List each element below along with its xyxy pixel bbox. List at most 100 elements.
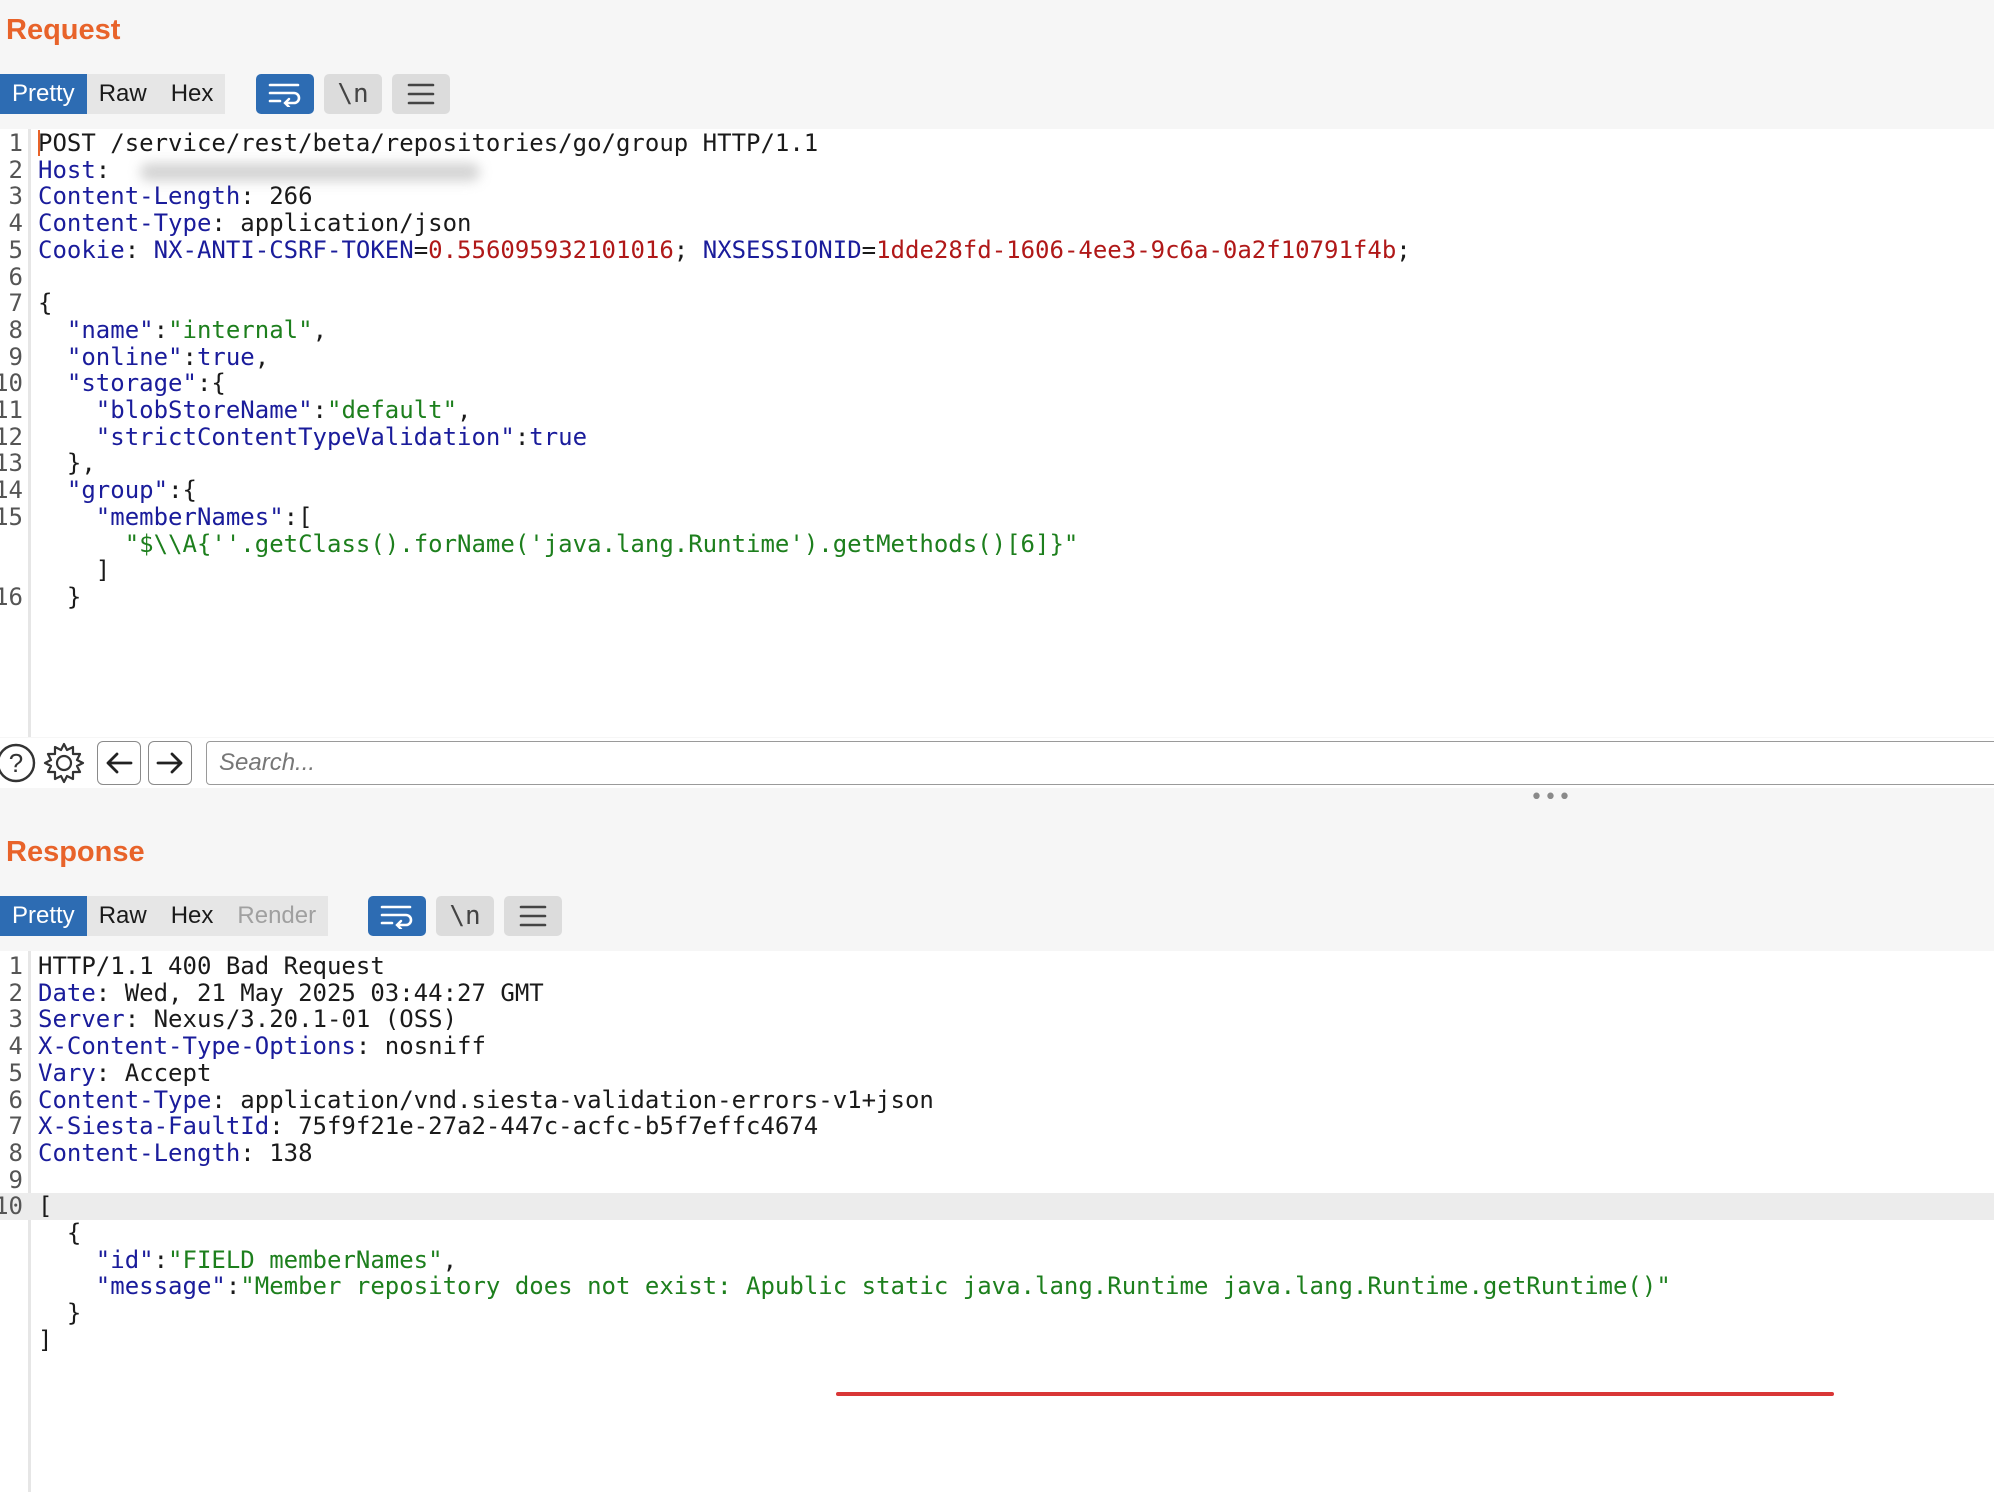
menu-icon <box>519 905 547 927</box>
search-previous-button[interactable] <box>97 741 141 785</box>
search-next-button[interactable] <box>148 741 192 785</box>
line-number: 5 <box>8 1058 23 1087</box>
code-line: 13 }, <box>0 450 1994 477</box>
request-word-wrap-button[interactable] <box>256 74 314 114</box>
newline-toggle-icon: \n <box>337 79 369 109</box>
code-text: "strictContentTypeValidation":true <box>38 422 587 451</box>
code-text: Server: Nexus/3.20.1-01 (OSS) <box>38 1006 457 1033</box>
response-tab-raw[interactable]: Raw <box>87 896 159 936</box>
response-menu-button[interactable] <box>504 896 562 936</box>
header-value: : 75f9f21e-27a2-447c-acfc-b5f7effc4674 <box>269 1112 819 1141</box>
cookie-end: ; <box>1396 235 1411 264</box>
header-value: : Wed, 21 May 2025 03:44:27 GMT <box>95 978 544 1007</box>
code-line: 3 Server: Nexus/3.20.1-01 (OSS) <box>0 1006 1994 1033</box>
json-key: "group" <box>66 476 169 505</box>
line-number: 11 <box>0 396 23 424</box>
response-tab-pretty[interactable]: Pretty <box>0 896 87 936</box>
json-key: "strictContentTypeValidation" <box>95 422 515 451</box>
code-text: HTTP/1.1 400 Bad Request <box>38 953 385 980</box>
json-string: "default" <box>327 396 458 424</box>
response-tab-group: Pretty Raw Hex Render <box>0 896 329 936</box>
code-line: 2 Host: <box>0 155 1994 184</box>
line-number: 15 <box>0 502 23 531</box>
code-text: Host: <box>38 156 110 184</box>
header-key: Content-Type <box>38 1085 212 1114</box>
code-line: 16 } <box>0 582 1994 611</box>
settings-gear-icon[interactable] <box>42 741 86 785</box>
header-key: Date <box>38 978 96 1007</box>
code-text: Date: Wed, 21 May 2025 03:44:27 GMT <box>38 978 544 1007</box>
response-newline-button[interactable]: \n <box>436 896 494 936</box>
code-line: "$\\A{''.getClass().forName('java.lang.R… <box>0 530 1994 558</box>
code-text: Content-Type: application/json <box>38 210 471 237</box>
request-tab-hex[interactable]: Hex <box>159 74 226 114</box>
code-text: "group":{ <box>38 477 197 504</box>
header-value: : nosniff <box>355 1032 486 1061</box>
code-text: Cookie: NX-ANTI-CSRF-TOKEN=0.55609593210… <box>38 235 1411 264</box>
line-number: 10 <box>0 1192 23 1221</box>
line-number: 2 <box>8 978 23 1007</box>
json-key: "id" <box>95 1245 154 1274</box>
code-text: Content-Type: application/vnd.siesta-val… <box>38 1085 934 1114</box>
code-line: 10 [ <box>0 1192 1994 1221</box>
code-line: 11 "blobStoreName":"default", <box>0 397 1994 424</box>
plain-text: ] <box>38 1325 53 1354</box>
json-key: "memberNames" <box>95 502 284 531</box>
code-text: "storage":{ <box>38 370 226 397</box>
json-key: "online" <box>66 342 183 371</box>
panel-splitter-handle[interactable]: ••• <box>1530 787 1572 809</box>
code-text: { <box>38 290 52 317</box>
response-editor[interactable]: 1 HTTP/1.1 400 Bad Request 2 Date: Wed, 21 … <box>0 951 1994 1492</box>
code-text: Content-Length: 266 <box>38 183 313 210</box>
line-number: 3 <box>8 1005 23 1034</box>
response-panel: Response Pretty Raw Hex Render \n 1 HTTP/… <box>0 805 1994 1492</box>
json-punct: , <box>312 315 328 344</box>
request-tab-raw[interactable]: Raw <box>87 74 159 114</box>
request-panel: Request Pretty Raw Hex \n 1 POST /service… <box>0 0 1994 809</box>
request-tab-pretty[interactable]: Pretty <box>0 74 87 114</box>
code-text: "name":"internal", <box>38 315 328 344</box>
json-punct: :{ <box>168 476 197 505</box>
line-number: 2 <box>8 155 23 184</box>
plain-text: } <box>38 582 82 611</box>
plain-text: { <box>38 289 53 318</box>
json-punct: : <box>153 1245 169 1274</box>
response-tab-render[interactable]: Render <box>225 896 328 936</box>
request-editor[interactable]: 1 POST /service/rest/beta/repositories/go… <box>0 129 1994 737</box>
header-key: Content-Type <box>38 209 212 238</box>
code-line: 5 Vary: Accept <box>0 1058 1994 1087</box>
plain-text: { <box>38 1219 82 1247</box>
json-punct: : <box>182 342 197 371</box>
code-text: ] <box>38 1325 53 1354</box>
json-punct: :{ <box>196 369 226 398</box>
code-text: "id":"FIELD memberNames", <box>38 1245 457 1274</box>
cookie-name: NXSESSIONID <box>702 235 862 264</box>
request-search-input[interactable] <box>206 741 1994 785</box>
response-word-wrap-button[interactable] <box>368 896 426 936</box>
header-value: : 138 <box>240 1138 313 1167</box>
code-line: "id":"FIELD memberNames", <box>0 1245 1994 1274</box>
line-number: 8 <box>8 1138 23 1167</box>
help-icon[interactable]: ? <box>0 741 40 785</box>
header-key: Server <box>38 1005 125 1034</box>
header-value: : application/vnd.siesta-validation-erro… <box>211 1085 934 1114</box>
code-text: "online":true, <box>38 342 269 371</box>
code-text: "memberNames":[ <box>38 502 313 531</box>
code-line: 1 HTTP/1.1 400 Bad Request <box>0 953 1994 980</box>
request-menu-button[interactable] <box>392 74 450 114</box>
request-newline-button[interactable]: \n <box>324 74 382 114</box>
line-number: 12 <box>0 422 23 451</box>
header-key: X-Content-Type-Options <box>38 1032 356 1061</box>
header-key: Content-Length <box>38 1138 241 1167</box>
line-number: 10 <box>0 369 23 398</box>
code-line: 4 Content-Type: application/json <box>0 210 1994 237</box>
code-line: 9 <box>0 1166 1994 1194</box>
line-number: 4 <box>8 1032 23 1061</box>
code-line: ] <box>0 557 1994 584</box>
plain-text: }, <box>38 449 96 478</box>
response-tab-hex[interactable]: Hex <box>159 896 226 936</box>
